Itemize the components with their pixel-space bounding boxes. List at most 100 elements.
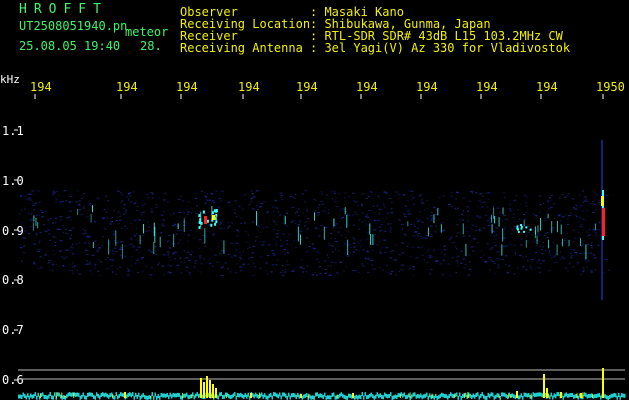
noise-speck xyxy=(208,262,212,265)
noise-speck xyxy=(485,192,488,194)
noise-speck xyxy=(38,248,42,250)
noise-speck xyxy=(317,261,321,263)
noise-speck xyxy=(515,194,518,196)
noise-speck xyxy=(579,217,582,219)
noise-speck xyxy=(419,211,421,213)
noise-speck xyxy=(558,197,561,199)
noise-speck xyxy=(502,245,506,247)
amplitude-baseline xyxy=(223,394,225,399)
noise-speck xyxy=(455,235,458,238)
noise-speck xyxy=(318,266,322,268)
noise-speck xyxy=(138,252,140,254)
noise-speck xyxy=(296,207,300,210)
noise-speck xyxy=(254,240,257,242)
noise-speck xyxy=(308,245,311,248)
amplitude-baseline xyxy=(91,392,93,397)
noise-speck xyxy=(387,223,390,225)
noise-speck xyxy=(420,201,423,203)
noise-speck xyxy=(565,214,568,216)
noise-speck xyxy=(52,190,55,192)
noise-speck xyxy=(503,227,506,230)
noise-speck xyxy=(120,246,122,249)
noise-speck xyxy=(418,224,420,227)
amplitude-baseline xyxy=(358,394,360,399)
noise-speck xyxy=(294,220,296,222)
noise-speck xyxy=(488,221,491,223)
noise-speck xyxy=(141,270,144,272)
noise-speck xyxy=(220,274,224,277)
noise-speck xyxy=(412,197,415,199)
amplitude-baseline xyxy=(52,395,54,400)
amplitude-baseline xyxy=(568,393,570,398)
amplitude-spike xyxy=(225,394,227,398)
noise-speck xyxy=(477,205,479,208)
noise-speck xyxy=(567,194,569,197)
noise-speck xyxy=(185,266,188,268)
amplitude-baseline xyxy=(376,392,378,397)
noise-speck xyxy=(294,194,297,196)
noise-speck xyxy=(402,212,404,214)
amplitude-baseline xyxy=(327,395,329,400)
noise-speck xyxy=(451,235,453,238)
noise-speck xyxy=(88,263,91,265)
noise-speck xyxy=(167,234,171,237)
noise-speck xyxy=(84,232,87,234)
noise-speck xyxy=(595,234,598,237)
noise-speck xyxy=(510,226,512,229)
noise-speck xyxy=(272,252,275,254)
noise-speck xyxy=(233,212,236,214)
amplitude-baseline xyxy=(100,393,102,398)
amplitude-baseline xyxy=(342,393,344,398)
noise-speck xyxy=(28,233,31,235)
noise-speck xyxy=(49,218,52,220)
noise-speck xyxy=(248,257,251,259)
noise-speck xyxy=(59,219,63,221)
noise-speck xyxy=(355,248,357,251)
noise-speck xyxy=(542,241,544,244)
noise-speck xyxy=(43,224,45,226)
noise-speck xyxy=(472,250,475,252)
noise-speck xyxy=(353,238,356,240)
amplitude-baseline xyxy=(604,394,606,399)
echo-streak xyxy=(90,213,92,223)
amplitude-baseline xyxy=(394,394,396,399)
noise-speck xyxy=(504,233,506,235)
amplitude-baseline xyxy=(43,395,45,400)
noise-speck xyxy=(303,267,305,270)
noise-speck xyxy=(540,248,543,251)
echo-trail xyxy=(601,196,604,206)
amplitude-baseline xyxy=(229,395,231,400)
noise-speck xyxy=(338,192,341,195)
amplitude-baseline xyxy=(28,395,30,400)
amplitude-baseline xyxy=(255,392,257,397)
noise-speck xyxy=(496,251,499,253)
noise-speck xyxy=(499,212,503,214)
amplitude-baseline xyxy=(375,394,377,399)
echo-streak xyxy=(427,227,429,237)
noise-speck xyxy=(233,255,237,257)
noise-speck xyxy=(59,201,62,203)
noise-speck xyxy=(352,251,356,253)
noise-speck xyxy=(61,256,64,258)
noise-speck xyxy=(371,264,373,266)
noise-speck xyxy=(315,213,318,215)
amplitude-baseline xyxy=(442,393,444,398)
noise-speck xyxy=(449,274,452,277)
noise-speck xyxy=(113,209,115,211)
noise-speck xyxy=(190,207,192,209)
noise-speck xyxy=(426,217,429,220)
amplitude-baseline xyxy=(54,392,56,397)
noise-speck xyxy=(542,202,544,205)
amplitude-baseline xyxy=(136,394,138,399)
noise-speck xyxy=(221,190,224,192)
echo-streak xyxy=(153,241,155,255)
noise-speck xyxy=(413,223,416,225)
noise-speck xyxy=(317,211,320,214)
noise-speck xyxy=(212,201,216,203)
amplitude-baseline xyxy=(495,394,497,399)
amplitude-baseline xyxy=(78,392,80,397)
noise-speck xyxy=(421,202,425,204)
noise-speck xyxy=(373,239,376,241)
amplitude-baseline xyxy=(462,394,464,399)
noise-speck xyxy=(525,211,528,213)
